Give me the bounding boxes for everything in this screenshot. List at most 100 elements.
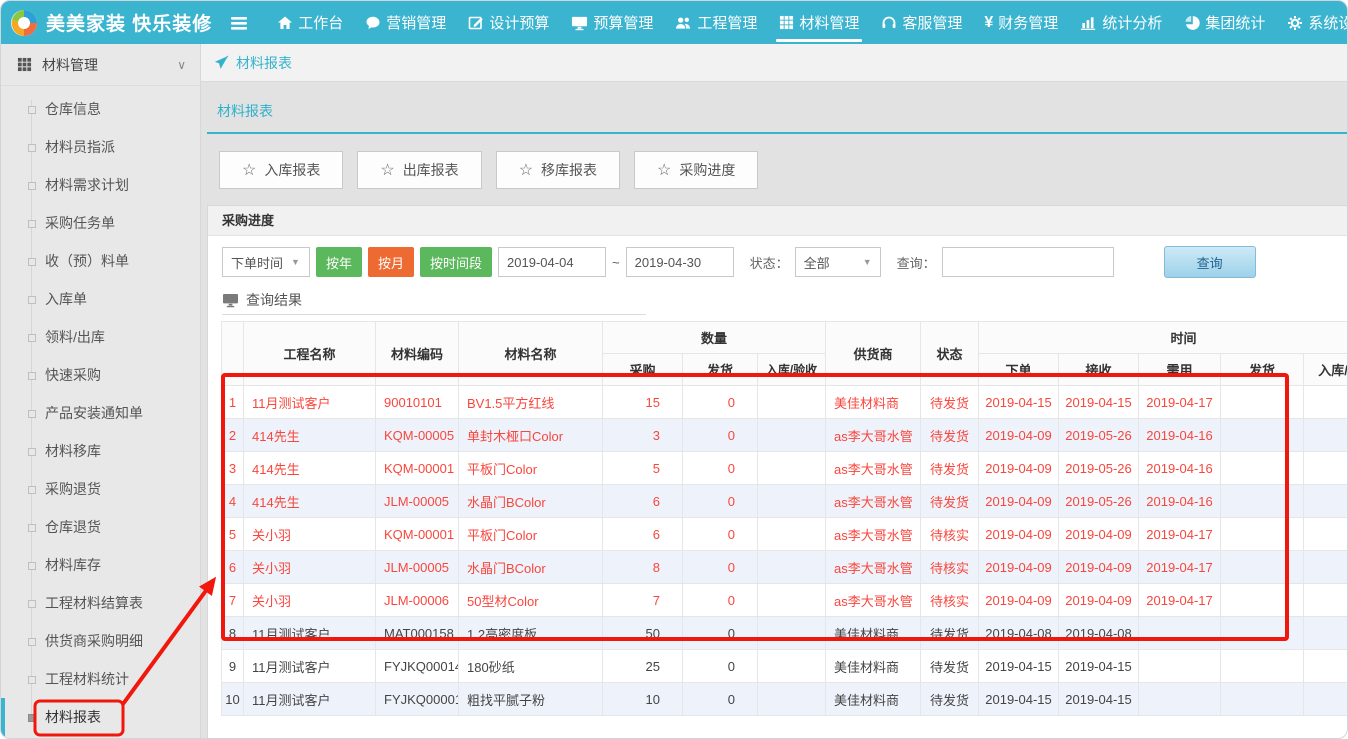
search-button[interactable]: 查询 [1164, 246, 1256, 278]
cell-supplier: 美佳材料商 [826, 617, 921, 650]
cell-t-inspect [1304, 518, 1347, 551]
nav-item-design-budget[interactable]: 设计预算 [457, 1, 560, 44]
cell-material: 单封木桠口Color [459, 419, 603, 452]
date-from-input[interactable] [498, 247, 606, 277]
chat-icon [365, 15, 381, 31]
nav-item-statistics[interactable]: 统计分析 [1069, 1, 1173, 44]
cell-inspect [758, 584, 826, 617]
cell-ship: 0 [683, 617, 758, 650]
sidebar-item-purchase-task[interactable]: 采购任务单 [1, 204, 200, 242]
sidebar-item-purchase-return[interactable]: 采购退货 [1, 470, 200, 508]
cell-t-need: 2019-04-17 [1139, 518, 1221, 551]
cell-code: FYJKQ00001 [376, 683, 459, 716]
nav-item-materials[interactable]: 材料管理 [768, 1, 870, 44]
hamburger-menu-icon[interactable] [230, 15, 248, 31]
results-table: 工程名称 材料编码 材料名称 数量 供货商 状态 时间 采购 [221, 321, 1347, 716]
monitor-icon [571, 15, 588, 31]
cell-t-receive: 2019-04-09 [1059, 518, 1139, 551]
nav-item-marketing[interactable]: 营销管理 [354, 1, 457, 44]
sidebar-item-warehouse-return[interactable]: 仓库退货 [1, 508, 200, 546]
date-to-input[interactable] [626, 247, 734, 277]
nav-item-settings[interactable]: 系统设置 [1276, 1, 1348, 44]
cell-t-inspect [1304, 650, 1347, 683]
cell-status: 待发货 [921, 452, 979, 485]
sidebar-item-receive-pre-material[interactable]: 收（预）料单 [1, 242, 200, 280]
by-range-button[interactable]: 按时间段 [420, 247, 492, 277]
cell-material: BV1.5平方红线 [459, 386, 603, 419]
col-code: 材料编码 [376, 322, 459, 386]
cell-t-order: 2019-04-15 [979, 386, 1059, 419]
cell-material: 180砂纸 [459, 650, 603, 683]
col-time-need: 需用 [1139, 354, 1221, 386]
sidebar-item-material-demand-plan[interactable]: 材料需求计划 [1, 166, 200, 204]
by-month-button[interactable]: 按月 [368, 247, 414, 277]
sidebar-item-material-stock[interactable]: 材料库存 [1, 546, 200, 584]
table-row[interactable]: 911月测试客户FYJKQ00014180砂纸250美佳材料商待发货2019-0… [222, 650, 1348, 683]
cell-status: 待核实 [921, 584, 979, 617]
nav-item-engineering[interactable]: 工程管理 [664, 1, 768, 44]
table-row[interactable]: 811月测试客户MAT0001581.2高密度板500美佳材料商待发货2019-… [222, 617, 1348, 650]
inbound-report-button[interactable]: ☆入库报表 [219, 151, 343, 189]
sidebar-item-supplier-purchase-detail[interactable]: 供货商采购明细 [1, 622, 200, 660]
cell-t-need [1139, 683, 1221, 716]
table-row[interactable]: 4414先生JLM-00005水晶门BColor60as李大哥水管待发货2019… [222, 485, 1348, 518]
cell-t-ship [1221, 617, 1304, 650]
nav-item-label: 财务管理 [998, 12, 1058, 33]
nav-item-customer-service[interactable]: 客服管理 [870, 1, 973, 44]
time-field-select[interactable]: 下单时间 ▼ [222, 247, 310, 277]
cell-t-order: 2019-04-09 [979, 518, 1059, 551]
col-material: 材料名称 [459, 322, 603, 386]
cell-t-need: 2019-04-17 [1139, 584, 1221, 617]
sidebar-item-material-report[interactable]: 材料报表 [1, 698, 200, 736]
status-select[interactable]: 全部 ▼ [795, 247, 881, 277]
cell-t-order: 2019-04-09 [979, 551, 1059, 584]
sidebar-item-product-install-notice[interactable]: 产品安装通知单 [1, 394, 200, 432]
table-row[interactable]: 1011月测试客户FYJKQ00001粗找平腻子粉100美佳材料商待发货2019… [222, 683, 1348, 716]
nav-item-finance[interactable]: ¥财务管理 [973, 1, 1069, 44]
sidebar-item-picking-outbound[interactable]: 领料/出库 [1, 318, 200, 356]
cell-num: 4 [222, 485, 244, 518]
nav-item-group-stats[interactable]: 集团统计 [1173, 1, 1276, 44]
cell-purchase: 5 [603, 452, 683, 485]
col-time-order: 下单 [979, 354, 1059, 386]
sidebar-item-material-staff-assign[interactable]: 材料员指派 [1, 128, 200, 166]
cell-t-ship [1221, 683, 1304, 716]
table-row[interactable]: 3414先生KQM-00001平板门Color50as李大哥水管待发货2019-… [222, 452, 1348, 485]
outbound-report-button[interactable]: ☆出库报表 [357, 151, 481, 189]
sidebar-header-materials[interactable]: 材料管理 ∨ [1, 44, 200, 86]
purchase-progress-panel: 采购进度 下单时间 ▼ 按年 按月 按时间段 ~ 状态： [207, 205, 1347, 739]
table-row[interactable]: 2414先生KQM-00005单封木桠口Color30as李大哥水管待发货201… [222, 419, 1348, 452]
query-input[interactable] [942, 247, 1114, 277]
nav-item-budget[interactable]: 预算管理 [560, 1, 664, 44]
nav-item-workbench[interactable]: 工作台 [266, 1, 354, 44]
top-navbar: 美美家装 快乐装修 工作台营销管理设计预算预算管理工程管理材料管理客服管理¥财务… [1, 1, 1347, 44]
sidebar-item-warehouse-info[interactable]: 仓库信息 [1, 90, 200, 128]
tab-material-report[interactable]: 材料报表 [217, 103, 273, 119]
cell-purchase: 7 [603, 584, 683, 617]
sidebar-item-material-transfer[interactable]: 材料移库 [1, 432, 200, 470]
table-row[interactable]: 111月测试客户90010101BV1.5平方红线150美佳材料商待发货2019… [222, 386, 1348, 419]
cell-t-need: 2019-04-16 [1139, 485, 1221, 518]
cell-t-ship [1221, 584, 1304, 617]
tab-bar: 材料报表 [207, 88, 1347, 134]
table-row[interactable]: 5关小羽KQM-00001平板门Color60as李大哥水管待核实2019-04… [222, 518, 1348, 551]
sidebar-item-inbound-order[interactable]: 入库单 [1, 280, 200, 318]
cell-t-receive: 2019-04-09 [1059, 551, 1139, 584]
cell-t-inspect [1304, 584, 1347, 617]
transfer-report-button[interactable]: ☆移库报表 [496, 151, 620, 189]
purchase-progress-button[interactable]: ☆采购进度 [634, 151, 758, 189]
cell-t-order: 2019-04-09 [979, 452, 1059, 485]
cell-material: 粗找平腻子粉 [459, 683, 603, 716]
cell-t-inspect [1304, 485, 1347, 518]
table-row[interactable]: 7关小羽JLM-0000650型材Color70as李大哥水管待核实2019-0… [222, 584, 1348, 617]
sidebar-item-project-material-stats[interactable]: 工程材料统计 [1, 660, 200, 698]
cell-num: 2 [222, 419, 244, 452]
by-year-button[interactable]: 按年 [316, 247, 362, 277]
cell-material: 50型材Color [459, 584, 603, 617]
cell-t-need: 2019-04-16 [1139, 452, 1221, 485]
table-row[interactable]: 6关小羽JLM-00005水晶门BColor80as李大哥水管待核实2019-0… [222, 551, 1348, 584]
cell-code: FYJKQ00014 [376, 650, 459, 683]
sidebar-item-project-material-settlement[interactable]: 工程材料结算表 [1, 584, 200, 622]
sidebar-item-quick-purchase[interactable]: 快速采购 [1, 356, 200, 394]
col-group-time: 时间 [979, 322, 1347, 354]
